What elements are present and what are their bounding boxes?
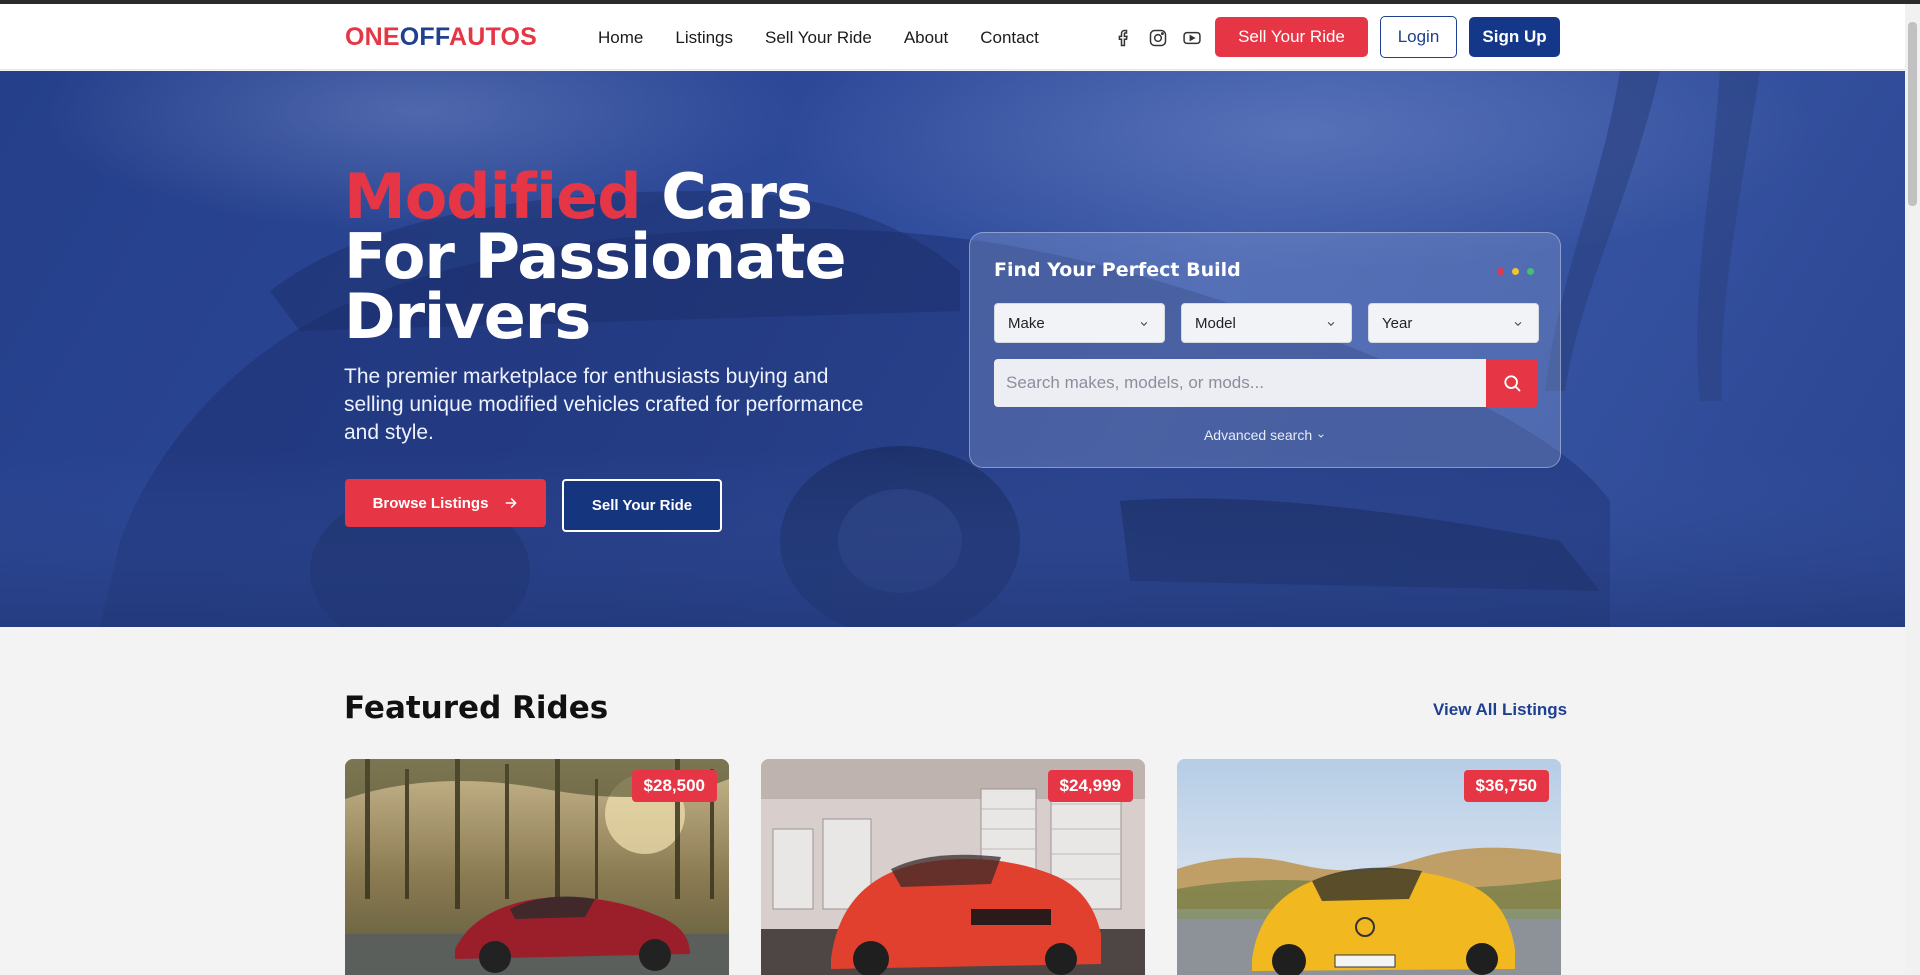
- make-select-value: Make: [1008, 315, 1045, 332]
- browse-listings-button[interactable]: Browse Listings: [345, 479, 546, 527]
- hero-sell-your-ride-button[interactable]: Sell Your Ride: [562, 479, 722, 532]
- listing-card[interactable]: $36,750: [1177, 759, 1561, 975]
- sign-up-button[interactable]: Sign Up: [1469, 17, 1560, 57]
- logo-part-off: OFF: [399, 23, 449, 51]
- main-nav: Home Listings Sell Your Ride About Conta…: [598, 28, 1039, 48]
- window-dots: [1497, 268, 1534, 275]
- price-badge: $24,999: [1047, 770, 1133, 802]
- site-logo[interactable]: ONEOFFAUTOS: [345, 23, 537, 52]
- advanced-search-label: Advanced search: [1203, 427, 1313, 443]
- site-header: ONEOFFAUTOS Home Listings Sell Your Ride…: [0, 4, 1905, 70]
- instagram-icon[interactable]: [1148, 28, 1168, 48]
- make-select[interactable]: Make: [994, 303, 1165, 343]
- youtube-icon[interactable]: [1182, 28, 1202, 48]
- hero-subtitle: The premier marketplace for enthusiasts …: [344, 365, 864, 444]
- arrow-right-icon: [505, 498, 517, 508]
- chevron-down-icon: [1318, 434, 1324, 438]
- price-badge: $28,500: [631, 770, 717, 802]
- facebook-icon[interactable]: [1114, 28, 1134, 48]
- model-select-value: Model: [1195, 315, 1236, 332]
- search-card: Find Your Perfect Build Make Model Year: [969, 232, 1561, 468]
- nav-listings[interactable]: Listings: [675, 28, 733, 48]
- listing-card[interactable]: $28,500: [345, 759, 729, 975]
- page-scrollbar[interactable]: [1905, 4, 1920, 975]
- hero-section: Modified Cars For Passionate Drivers The…: [0, 71, 1905, 627]
- search-icon: [1504, 375, 1521, 392]
- year-select[interactable]: Year: [1368, 303, 1539, 343]
- chevron-down-icon: [1514, 321, 1522, 327]
- green-dot: [1527, 268, 1534, 275]
- view-all-listings-link[interactable]: View All Listings: [1433, 700, 1567, 720]
- nav-sell-your-ride[interactable]: Sell Your Ride: [765, 28, 872, 48]
- yellow-dot: [1512, 268, 1519, 275]
- social-links: [1114, 28, 1202, 48]
- chevron-down-icon: [1140, 321, 1148, 327]
- nav-home[interactable]: Home: [598, 28, 643, 48]
- nav-contact[interactable]: Contact: [980, 28, 1039, 48]
- search-card-title: Find Your Perfect Build: [994, 259, 1241, 281]
- price-badge: $36,750: [1463, 770, 1549, 802]
- hero-title: Modified Cars For Passionate Drivers: [344, 166, 847, 348]
- hero-background-image: [0, 71, 1905, 627]
- login-button[interactable]: Login: [1380, 16, 1457, 58]
- filter-selects: Make Model Year: [994, 303, 1539, 343]
- featured-title: Featured Rides: [344, 690, 609, 726]
- logo-part-one: ONE: [345, 23, 400, 51]
- chevron-down-icon: [1327, 321, 1335, 327]
- red-dot: [1497, 268, 1504, 275]
- browse-listings-label: Browse Listings: [372, 494, 489, 512]
- model-select[interactable]: Model: [1181, 303, 1352, 343]
- search-input[interactable]: [994, 359, 1486, 407]
- logo-part-autos: AUTOS: [449, 23, 538, 51]
- search-row: [994, 359, 1538, 407]
- year-select-value: Year: [1382, 315, 1413, 332]
- listing-card[interactable]: $24,999: [761, 759, 1145, 975]
- sell-your-ride-button[interactable]: Sell Your Ride: [1215, 17, 1368, 57]
- advanced-search-link[interactable]: Advanced search: [970, 427, 1560, 443]
- hero-title-line3: Drivers: [344, 280, 591, 353]
- search-button[interactable]: [1486, 359, 1538, 407]
- scrollbar-thumb[interactable]: [1908, 22, 1917, 206]
- nav-about[interactable]: About: [904, 28, 948, 48]
